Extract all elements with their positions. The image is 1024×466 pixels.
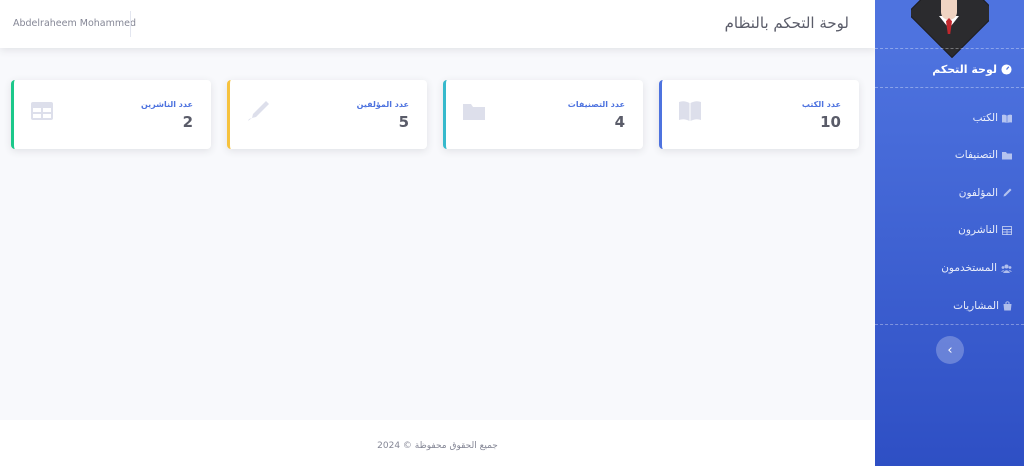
sidebar-item-books[interactable]: الكتب <box>973 109 1012 127</box>
card-books-value: 10 <box>820 113 841 131</box>
card-authors-label: عدد المؤلفين <box>356 100 409 109</box>
card-publishers-value: 2 <box>182 113 193 131</box>
sidebar-item-users[interactable]: المستخدمون <box>941 259 1012 277</box>
sidebar-brand[interactable] <box>875 0 1024 57</box>
pen-icon <box>248 101 269 121</box>
sidebar-item-label: الناشرون <box>958 224 998 236</box>
user-name[interactable]: Abdelraheem Mohammed <box>13 18 136 29</box>
sidebar-item-label: التصنيفات <box>954 149 998 161</box>
sidebar-item-label: المؤلفون <box>958 187 998 199</box>
table-icon <box>31 102 53 120</box>
card-publishers: عدد الناشرين 2 <box>11 80 211 149</box>
sidebar-item-label: المشاريات <box>953 300 999 312</box>
table-icon <box>1002 225 1012 235</box>
card-authors-value: 5 <box>398 113 409 131</box>
sidebar-divider <box>875 324 1024 325</box>
sidebar-item-label: الكتب <box>972 112 998 124</box>
footer: جميع الحقوق محفوظة © 2024 <box>0 420 875 466</box>
sidebar-toggle-button[interactable]: › <box>936 336 964 364</box>
book-open-icon <box>679 101 701 121</box>
sidebar-item-publishers[interactable]: الناشرون <box>958 221 1012 239</box>
tachometer-icon <box>1001 63 1012 75</box>
sidebar-item-authors[interactable]: المؤلفون <box>959 184 1012 202</box>
card-books: عدد الكتب 10 <box>659 80 859 149</box>
sidebar: لوحة التحكم الكتب التصنيفات المؤلفون الن… <box>875 0 1024 466</box>
topbar-divider <box>130 11 131 37</box>
chevron-right-icon: › <box>947 342 953 358</box>
book-icon <box>1002 114 1012 123</box>
avatar <box>911 0 989 58</box>
pen-icon <box>1003 188 1012 197</box>
card-categories-value: 4 <box>614 113 625 131</box>
sidebar-divider <box>875 48 1024 49</box>
card-categories: عدد التصنيفات 4 <box>443 80 643 149</box>
card-categories-label: عدد التصنيفات <box>567 100 625 109</box>
sidebar-item-categories[interactable]: التصنيفات <box>955 146 1012 164</box>
page-title: لوحة التحكم بالنظام <box>724 14 849 32</box>
folder-icon <box>1002 151 1012 159</box>
sidebar-item-purchases[interactable]: المشاريات <box>953 297 1012 315</box>
basket-icon <box>1003 301 1012 311</box>
sidebar-divider <box>875 87 1024 88</box>
sidebar-item-label: لوحة التحكم <box>932 62 997 76</box>
card-books-label: عدد الكتب <box>801 100 841 109</box>
card-publishers-label: عدد الناشرين <box>140 100 193 109</box>
sidebar-item-dashboard[interactable]: لوحة التحكم <box>932 60 1012 78</box>
users-icon <box>1001 264 1012 273</box>
sidebar-item-label: المستخدمون <box>941 262 997 274</box>
card-authors: عدد المؤلفين 5 <box>227 80 427 149</box>
copyright-text: جميع الحقوق محفوظة © 2024 <box>377 441 498 451</box>
folder-icon <box>463 104 485 120</box>
topbar: Abdelraheem Mohammed لوحة التحكم بالنظام <box>0 0 875 48</box>
